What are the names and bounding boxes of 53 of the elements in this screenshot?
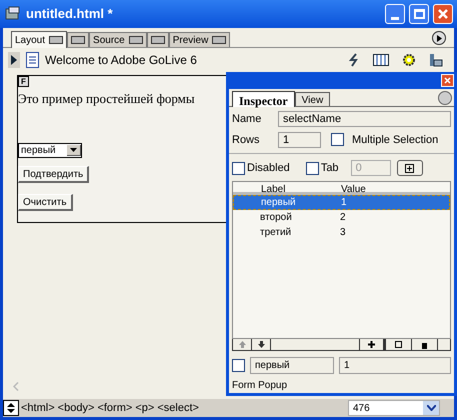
view-mode-icon [212, 36, 226, 44]
column-header[interactable]: Label [261, 182, 341, 192]
width-combo[interactable]: 476 [348, 400, 440, 416]
rows-field[interactable]: 1 [278, 132, 321, 148]
panel-tab[interactable]: View [294, 92, 330, 106]
tab[interactable] [67, 32, 90, 47]
form-button[interactable]: Очистить [18, 194, 73, 210]
selected-checkbox[interactable] [232, 359, 245, 372]
panel-menu-icon[interactable] [432, 31, 446, 45]
split-icon[interactable] [3, 400, 19, 416]
layout-icon[interactable] [429, 53, 443, 67]
name-field[interactable]: selectName [278, 111, 451, 128]
checkbox-label: Tab [320, 161, 339, 176]
checkbox-label: Multiple Selection [352, 132, 438, 148]
field-label: Rows [232, 132, 261, 148]
list-icon[interactable] [396, 160, 423, 176]
grid-icon[interactable] [373, 54, 389, 66]
list-row[interactable]: третий 3 [233, 224, 450, 240]
close-icon [438, 9, 448, 19]
document-icon [26, 52, 39, 68]
minimize-button[interactable] [385, 4, 405, 24]
label-field[interactable]: первый [250, 357, 334, 374]
value-field[interactable]: 1 [339, 357, 451, 374]
window-title: untitled.html * [26, 5, 114, 24]
multiple-selection-checkbox[interactable] [331, 133, 344, 146]
form-marker[interactable]: F [18, 76, 29, 87]
panel-status: Form Popup [231, 379, 288, 393]
close-button[interactable] [441, 74, 454, 87]
page-text: Это пример простейшей формы [18, 90, 195, 108]
field-label: Name [232, 112, 262, 127]
panel-tab[interactable]: Inspector [232, 91, 295, 107]
page-title[interactable]: Welcome to Adobe GoLive 6 [45, 51, 197, 69]
close-icon [444, 77, 451, 84]
expand-arrow-icon[interactable] [8, 52, 20, 68]
gear-icon[interactable] [402, 53, 416, 67]
tab[interactable]: Source [89, 32, 147, 47]
close-button[interactable] [433, 4, 453, 24]
checkbox-label: Disabled [247, 161, 290, 176]
popup-select[interactable]: первый [18, 142, 82, 158]
tag-path[interactable]: <html> <body> <form> <p> <select> [21, 400, 348, 416]
view-mode-icon [150, 36, 165, 44]
tab[interactable]: Layout [11, 31, 68, 48]
list-row[interactable]: второй 2 [233, 210, 450, 224]
tab[interactable] [146, 32, 169, 47]
maximize-button[interactable] [409, 4, 429, 24]
document-icon [4, 6, 22, 22]
view-mode-icon [128, 36, 143, 44]
form-button[interactable]: Подтвердить [18, 166, 90, 182]
column-header[interactable]: Value [341, 182, 366, 192]
view-mode-icon [71, 36, 86, 44]
list-row[interactable]: первый 1 [233, 194, 450, 210]
view-mode-icon [49, 36, 64, 44]
tab[interactable]: Preview [168, 32, 230, 47]
